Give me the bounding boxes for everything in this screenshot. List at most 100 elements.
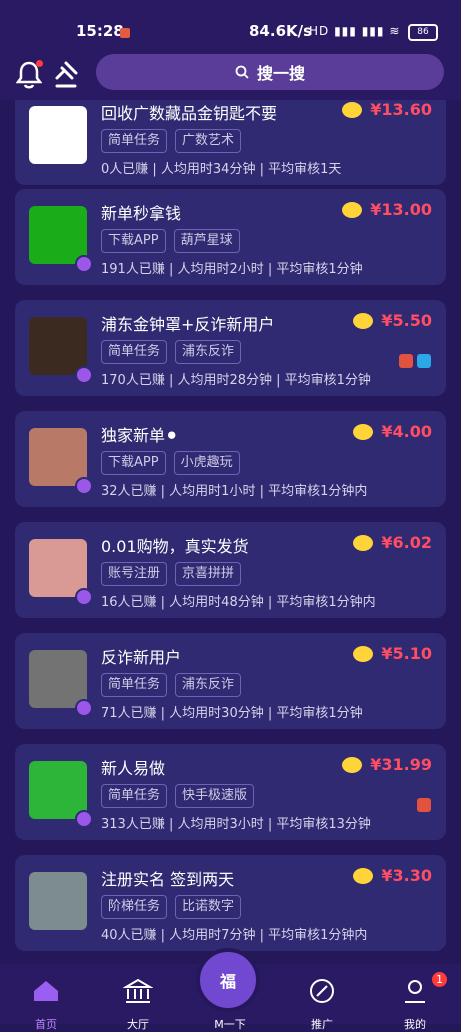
task-title: 回收广数藏品金钥匙不要 bbox=[101, 104, 278, 123]
task-stats: 191人已赚 | 人均用时2小时 | 平均审核1分钟 bbox=[101, 262, 363, 277]
task-tag: 账号注册 bbox=[101, 562, 168, 586]
vip-icon bbox=[75, 366, 93, 384]
signal-icon: HD ▮▮▮ ▮▮▮ ≋ bbox=[309, 24, 401, 38]
status-bar: 15:28 84.6K/s HD ▮▮▮ ▮▮▮ ≋ 86 bbox=[0, 0, 461, 52]
task-tag: 广数艺术 bbox=[175, 129, 242, 153]
task-stats: 313人已赚 | 人均用时3小时 | 平均审核13分钟 bbox=[101, 817, 371, 832]
task-tag: 小虎趣玩 bbox=[173, 451, 240, 475]
task-tag: 浦东反诈 bbox=[175, 673, 242, 697]
bottom-nav: 首页 大厅 福 M一下 推广 我的 bbox=[0, 948, 461, 1031]
task-thumbnail bbox=[29, 106, 87, 164]
task-tag: 浦东反诈 bbox=[175, 340, 242, 364]
nav-mid-button[interactable]: 福 bbox=[196, 948, 260, 1012]
search-icon bbox=[235, 65, 249, 79]
task-stats: 71人已赚 | 人均用时30分钟 | 平均审核1分钟 bbox=[101, 706, 363, 721]
task-title: 浦东金钟罩+反诈新用户 bbox=[101, 315, 275, 334]
notification-dot bbox=[36, 60, 43, 67]
vip-icon bbox=[75, 477, 93, 495]
task-tag: 简单任务 bbox=[101, 129, 168, 153]
task-price: ¥4.00 bbox=[381, 422, 432, 441]
battery-icon: 86 bbox=[408, 24, 438, 41]
network-speed: 84.6K/s bbox=[249, 22, 313, 40]
dog-thumbnail bbox=[29, 317, 87, 375]
task-tag: 简单任务 bbox=[101, 673, 168, 697]
girl-thumbnail bbox=[29, 428, 87, 486]
task-title: 反诈新用户 bbox=[101, 648, 182, 667]
task-title: 新单秒拿钱 bbox=[101, 204, 182, 223]
task-price: ¥13.00 bbox=[370, 200, 432, 219]
vip-icon bbox=[75, 588, 93, 606]
fortune-icon: 福 bbox=[219, 972, 236, 991]
user-icon bbox=[405, 980, 425, 1003]
task-tag: 简单任务 bbox=[101, 784, 168, 808]
bank-icon bbox=[122, 978, 154, 1003]
search-bar[interactable]: 搜一搜 bbox=[96, 54, 444, 90]
vip-icon bbox=[75, 699, 93, 717]
nav-promote-label: 推广 bbox=[311, 1018, 333, 1031]
task-price: ¥5.50 bbox=[381, 311, 432, 330]
nav-mine-label: 我的 bbox=[404, 1018, 426, 1031]
task-price: ¥3.30 bbox=[381, 866, 432, 885]
coin-icon bbox=[353, 645, 374, 662]
task-tag: 比诺数字 bbox=[175, 895, 242, 919]
task-stats: 170人已赚 | 人均用时28分钟 | 平均审核1分钟 bbox=[101, 373, 371, 388]
task-title: 独家新单⚫ bbox=[101, 426, 179, 445]
nav-promote[interactable]: 推广 bbox=[292, 978, 352, 1031]
coin-icon bbox=[353, 312, 374, 329]
task-title: 新人易做 bbox=[101, 759, 166, 778]
home-icon bbox=[34, 981, 58, 1001]
task-card[interactable]: 0.01购物，真实发货 ¥6.02 账号注册 京喜拼拼 16人已赚 | 人均用时4… bbox=[15, 522, 446, 618]
search-label: 搜一搜 bbox=[256, 64, 305, 83]
coin-icon bbox=[353, 534, 374, 551]
man-thumbnail bbox=[29, 650, 87, 708]
task-price: ¥5.10 bbox=[381, 644, 432, 663]
coin-icon bbox=[342, 101, 363, 118]
task-stats: 40人已赚 | 人均用时7分钟 | 平均审核1分钟内 bbox=[101, 928, 368, 943]
task-title: 0.01购物，真实发货 bbox=[101, 537, 249, 556]
task-stats: 0人已赚 | 人均用时34分钟 | 平均审核1天 bbox=[101, 162, 342, 177]
task-card[interactable]: 独家新单⚫ ¥4.00 下载APP 小虎趣玩 32人已赚 | 人均用时1小时 | … bbox=[15, 411, 446, 507]
coin-icon bbox=[342, 756, 363, 773]
task-price: ¥13.60 bbox=[370, 100, 432, 119]
nav-home-label: 首页 bbox=[35, 1018, 57, 1031]
top-bar: 搜一搜 bbox=[0, 52, 461, 100]
gavel-icon[interactable] bbox=[54, 60, 84, 90]
bell-icon[interactable] bbox=[15, 60, 43, 90]
task-card[interactable]: 回收广数藏品金钥匙不要 ¥13.60 简单任务 广数艺术 0人已赚 | 人均用时3… bbox=[15, 100, 446, 185]
task-card[interactable]: 反诈新用户 ¥5.10 简单任务 浦东反诈 71人已赚 | 人均用时30分钟 | … bbox=[15, 633, 446, 729]
task-price: ¥31.99 bbox=[370, 755, 432, 774]
task-card[interactable]: 注册实名 签到两天 ¥3.30 阶梯任务 比诺数字 40人已赚 | 人均用时7分钟… bbox=[15, 855, 446, 951]
status-time: 15:28 bbox=[76, 22, 124, 40]
nav-mid-label: M一下 bbox=[214, 1018, 246, 1031]
coin-icon bbox=[342, 201, 363, 218]
blue-badge-icon bbox=[417, 354, 431, 368]
coin-icon bbox=[353, 867, 374, 884]
task-card[interactable]: 新单秒拿钱 ¥13.00 下载APP 葫芦星球 191人已赚 | 人均用时2小时 … bbox=[15, 189, 446, 285]
task-list[interactable]: 回收广数藏品金钥匙不要 ¥13.60 简单任务 广数艺术 0人已赚 | 人均用时3… bbox=[0, 100, 461, 964]
task-stats: 16人已赚 | 人均用时48分钟 | 平均审核1分钟内 bbox=[101, 595, 376, 610]
task-tag: 下载APP bbox=[101, 229, 166, 253]
nav-home[interactable]: 首页 bbox=[16, 978, 76, 1031]
task-tag: 下载APP bbox=[101, 451, 166, 475]
money-thumbnail bbox=[29, 761, 87, 819]
task-tag: 京喜拼拼 bbox=[175, 562, 242, 586]
task-tag: 阶梯任务 bbox=[101, 895, 168, 919]
nav-hall[interactable]: 大厅 bbox=[108, 978, 168, 1031]
task-tag: 简单任务 bbox=[101, 340, 168, 364]
task-card[interactable]: 新人易做 ¥31.99 简单任务 快手极速版 313人已赚 | 人均用时3小时 |… bbox=[15, 744, 446, 840]
mine-badge: 1 bbox=[432, 972, 447, 987]
task-tag: 快手极速版 bbox=[175, 784, 255, 808]
photo-thumbnail bbox=[29, 872, 87, 930]
wechat-thumbnail bbox=[29, 206, 87, 264]
task-price: ¥6.02 bbox=[381, 533, 432, 552]
girl-thumbnail bbox=[29, 539, 87, 597]
red-badge-icon bbox=[399, 354, 413, 368]
coin-icon bbox=[353, 423, 374, 440]
notification-icon bbox=[120, 28, 130, 38]
nav-hall-label: 大厅 bbox=[127, 1018, 149, 1031]
task-title: 注册实名 签到两天 bbox=[101, 870, 235, 889]
vip-icon bbox=[75, 255, 93, 273]
red-badge-icon bbox=[417, 798, 431, 812]
task-tag: 葫芦星球 bbox=[173, 229, 240, 253]
task-card[interactable]: 浦东金钟罩+反诈新用户 ¥5.50 简单任务 浦东反诈 170人已赚 | 人均用时… bbox=[15, 300, 446, 396]
